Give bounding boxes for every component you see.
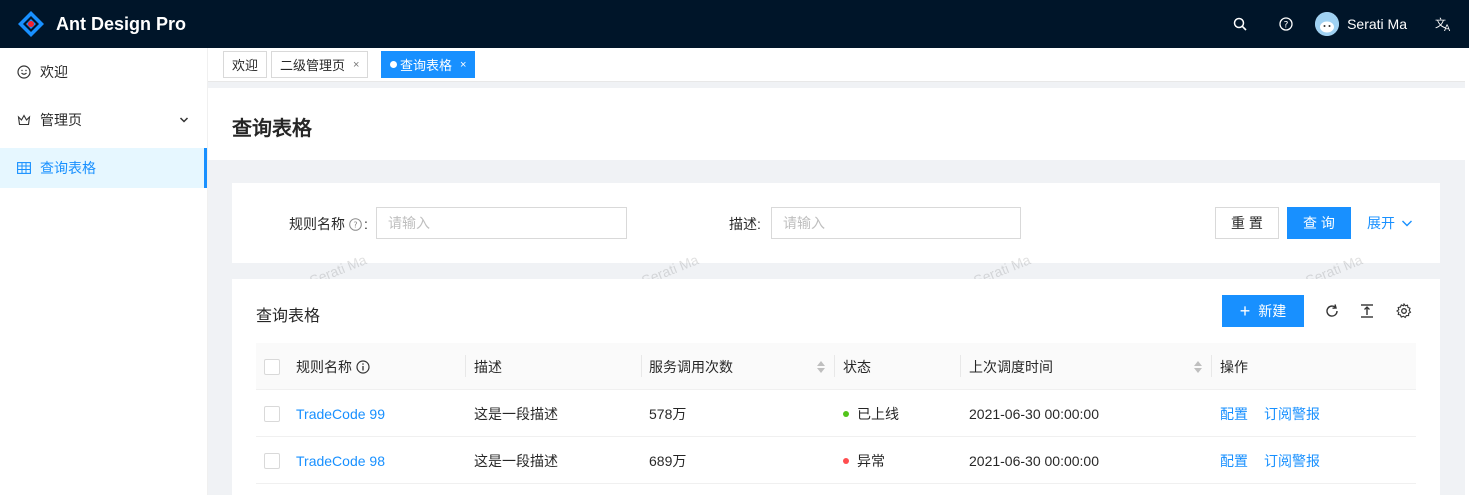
table-row: TradeCode 98 这是一段描述 689万 异常 2021-06-30 0… xyxy=(256,437,1416,484)
column-divider xyxy=(1211,355,1212,377)
rule-name-link[interactable]: TradeCode 98 xyxy=(296,437,385,484)
tab-label: 欢迎 xyxy=(232,58,259,73)
row-checkbox[interactable] xyxy=(264,390,280,437)
column-divider xyxy=(465,355,466,377)
tab-label: 查询表格 xyxy=(400,58,453,73)
desc-label: 描述: xyxy=(729,216,761,232)
sidebar-item-label: 管理页 xyxy=(40,112,82,128)
description-cell: 这是一段描述 xyxy=(474,405,558,422)
sidebar: 欢迎 管理页 查询表格 xyxy=(0,48,208,495)
page-header: 查询表格 xyxy=(208,88,1465,160)
status-cell: 已上线 xyxy=(843,390,899,437)
status-dot xyxy=(843,410,849,417)
info-circle-icon[interactable] xyxy=(356,359,370,374)
rule-name-link[interactable]: TradeCode 99 xyxy=(296,390,385,437)
status-text: 异常 xyxy=(857,452,885,469)
tab-bar: 欢迎 二级管理页 × 查询表格 × xyxy=(208,48,1465,82)
smile-icon xyxy=(16,64,32,80)
sidebar-item-welcome[interactable]: 欢迎 xyxy=(0,52,207,92)
new-button-label: 新建 xyxy=(1258,303,1287,319)
new-button[interactable]: + 新建 xyxy=(1222,295,1304,327)
column-header: 描述 xyxy=(474,358,502,375)
column-divider xyxy=(834,355,835,377)
desc-input[interactable]: 请输入 xyxy=(771,207,1021,239)
active-dot xyxy=(390,61,397,68)
chevron-down-icon xyxy=(179,112,189,128)
language-icon[interactable]: 文A xyxy=(1419,0,1469,48)
close-icon[interactable]: × xyxy=(353,59,359,71)
setting-icon[interactable] xyxy=(1396,303,1412,319)
calls-cell: 689万 xyxy=(649,452,687,469)
calls-cell: 578万 xyxy=(649,405,687,422)
help-icon[interactable]: ? xyxy=(1263,0,1309,48)
search-form: 规则名称 ? : 请输入 描述: 请输入 重 置 查 询 展开 xyxy=(232,183,1440,263)
colon: : xyxy=(364,216,368,232)
svg-text:?: ? xyxy=(1284,20,1289,30)
chevron-down-icon xyxy=(1401,218,1413,228)
expand-label: 展开 xyxy=(1367,215,1395,231)
column-divider xyxy=(641,355,642,377)
subscribe-alert-link[interactable]: 订阅警报 xyxy=(1264,390,1320,437)
column-header[interactable]: 上次调度时间 xyxy=(969,343,1053,390)
column-header: 规则名称 xyxy=(296,343,370,390)
description-cell: 这是一段描述 xyxy=(474,452,558,469)
select-all-checkbox[interactable] xyxy=(264,343,280,390)
tab-label: 二级管理页 xyxy=(280,58,346,73)
page-title: 查询表格 xyxy=(232,118,312,140)
reload-icon[interactable] xyxy=(1324,303,1340,319)
row-checkbox[interactable] xyxy=(264,437,280,484)
column-divider xyxy=(960,355,961,377)
status-text: 已上线 xyxy=(857,405,899,422)
table-title: 查询表格 xyxy=(256,308,321,325)
user-menu[interactable]: Serati Ma xyxy=(1309,0,1419,48)
column-header: 操作 xyxy=(1220,358,1248,375)
sidebar-item-admin[interactable]: 管理页 xyxy=(0,100,207,140)
time-cell: 2021-06-30 00:00:00 xyxy=(969,405,1099,422)
svg-text:A: A xyxy=(1444,24,1451,32)
column-height-icon[interactable] xyxy=(1359,303,1375,319)
rule-name-label-text: 规则名称 xyxy=(289,216,345,232)
search-icon[interactable] xyxy=(1217,0,1263,48)
status-cell: 异常 xyxy=(843,437,885,484)
rule-table: 规则名称 描述 服务调用次数 状态 上次调度时间 操作 TradeCode 99… xyxy=(256,343,1416,484)
tab-table-list[interactable]: 查询表格 × xyxy=(381,51,476,78)
sidebar-item-label: 查询表格 xyxy=(40,160,96,176)
tab-admin[interactable]: 二级管理页 × xyxy=(271,51,369,78)
rule-name-label: 规则名称 ? : xyxy=(289,214,368,234)
sort-icon[interactable] xyxy=(1194,343,1202,390)
plus-icon: + xyxy=(1239,301,1251,321)
tab-welcome[interactable]: 欢迎 xyxy=(223,51,268,78)
ant-design-logo-icon xyxy=(18,11,44,37)
table-header-row: 规则名称 描述 服务调用次数 状态 上次调度时间 操作 xyxy=(256,343,1416,390)
avatar xyxy=(1315,12,1340,36)
config-link[interactable]: 配置 xyxy=(1220,437,1248,484)
reset-button[interactable]: 重 置 xyxy=(1215,207,1279,239)
crown-icon xyxy=(16,112,32,128)
sort-icon[interactable] xyxy=(817,343,825,390)
sidebar-item-label: 欢迎 xyxy=(40,64,68,80)
subscribe-alert-link[interactable]: 订阅警报 xyxy=(1264,437,1320,484)
time-cell: 2021-06-30 00:00:00 xyxy=(969,452,1099,469)
config-link[interactable]: 配置 xyxy=(1220,390,1248,437)
column-header[interactable]: 服务调用次数 xyxy=(649,343,733,390)
table-card: 查询表格 + 新建 规则名称 描述 服务调用次数 状态 上次调度时间 操作 Tr… xyxy=(232,279,1440,495)
column-header: 状态 xyxy=(843,358,871,375)
logo[interactable]: Ant Design Pro xyxy=(16,9,186,39)
scrollbar[interactable] xyxy=(1465,48,1469,495)
expand-button[interactable]: 展开 xyxy=(1367,207,1413,239)
svg-text:?: ? xyxy=(353,220,357,229)
column-header-label: 规则名称 xyxy=(296,358,352,375)
close-icon[interactable]: × xyxy=(460,59,466,71)
app-title: Ant Design Pro xyxy=(56,13,187,34)
status-dot xyxy=(843,457,849,464)
question-circle-icon[interactable]: ? xyxy=(349,217,362,231)
sidebar-item-table-list[interactable]: 查询表格 xyxy=(0,148,207,188)
rule-name-input[interactable]: 请输入 xyxy=(376,207,627,239)
top-header: Ant Design Pro ? Serati Ma 文A xyxy=(0,0,1469,48)
table-row: TradeCode 99 这是一段描述 578万 已上线 2021-06-30 … xyxy=(256,390,1416,437)
user-name: Serati Ma xyxy=(1347,16,1407,32)
table-icon xyxy=(16,160,32,176)
query-button[interactable]: 查 询 xyxy=(1287,207,1351,239)
